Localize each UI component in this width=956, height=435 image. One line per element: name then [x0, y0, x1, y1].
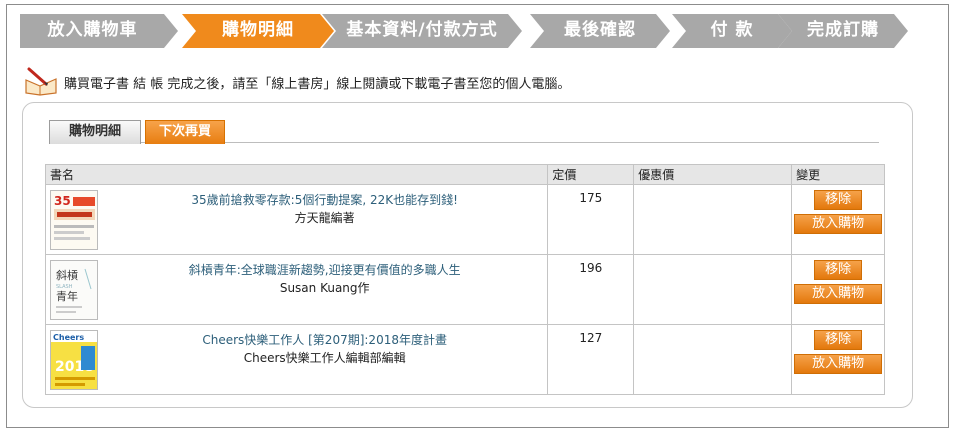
checkout-steps: 放入購物車 購物明細 基本資料/付款方式 最後確認 付 款 完成訂購 [20, 12, 920, 52]
price-cell: 196 [547, 254, 635, 325]
price-cell: 127 [547, 324, 635, 395]
step-label: 最後確認 [564, 20, 636, 40]
price-cell: 175 [547, 184, 635, 255]
table-row: 斜槓 SLASH 青年 斜槓青年:全球職涯新趨勢,迎接更有價值的多職人生 Sus… [44, 254, 885, 325]
step-add-to-cart: 放入購物車 [20, 12, 178, 52]
ebook-notice: 購買電子書 結 帳 完成之後，請至「線上書房」線上閱讀或下載電子書至您的個人電腦… [24, 66, 724, 96]
book-author: 方天龍編著 [294, 211, 355, 225]
step-cart-detail: 購物明細 [182, 12, 334, 52]
step-order-complete: 完成訂購 [778, 12, 908, 52]
tab-buy-later[interactable]: 下次再買 [145, 120, 225, 144]
step-label: 基本資料/付款方式 [346, 20, 498, 40]
remove-button[interactable]: 移除 [814, 330, 863, 350]
actions-cell: 移除 放入購物 [791, 324, 885, 395]
tab-cart-detail[interactable]: 購物明細 [49, 120, 141, 144]
cover-title-line1: 斜槓 [56, 268, 78, 282]
book-pen-icon [25, 67, 57, 96]
col-header-discount: 優惠價 [633, 164, 793, 185]
table-header: 書名 定價 優惠價 變更 [44, 164, 885, 185]
table-row: Cheers 2018 Cheers快樂工作人 [第207期]:2018年度計畫… [44, 324, 885, 395]
actions-cell: 移除 放入購物 [791, 184, 885, 255]
book-cover-savings[interactable]: 35 [50, 190, 98, 250]
cover-brand: Cheers [53, 333, 84, 342]
table-row: 35 35歲前搶救零存款:5個行動提案, 22K也能存到錢! 方天龍編著 175 [44, 184, 885, 255]
book-author: Susan Kuang作 [279, 281, 370, 295]
cart-panel: 購物明細 下次再買 書名 定價 優惠價 變更 35 35歲前搶救零存款:5個行動… [22, 102, 913, 408]
book-cell: Cheers 2018 Cheers快樂工作人 [第207期]:2018年度計畫… [44, 324, 549, 395]
discount-cell [633, 324, 793, 395]
step-label: 放入購物車 [47, 20, 138, 40]
book-cell: 斜槓 SLASH 青年 斜槓青年:全球職涯新趨勢,迎接更有價值的多職人生 Sus… [44, 254, 549, 325]
book-author: Cheers快樂工作人編輯部編輯 [243, 351, 406, 365]
discount-cell [633, 254, 793, 325]
cover-title-line2: 青年 [56, 289, 78, 303]
book-title-link[interactable]: 35歲前搶救零存款:5個行動提案, 22K也能存到錢! [102, 191, 547, 208]
book-title-link[interactable]: 斜槓青年:全球職涯新趨勢,迎接更有價值的多職人生 [102, 261, 547, 278]
book-cover-cheers[interactable]: Cheers 2018 [50, 330, 98, 390]
book-cover-cheers-art: Cheers 2018 [51, 331, 97, 389]
step-final-confirm: 最後確認 [530, 12, 670, 52]
book-title-link[interactable]: Cheers快樂工作人 [第207期]:2018年度計畫 [102, 331, 547, 348]
col-header-name: 書名 [44, 164, 549, 185]
step-label: 完成訂購 [807, 20, 879, 40]
svg-text:35: 35 [54, 194, 71, 208]
col-header-change: 變更 [791, 164, 885, 185]
cart-tabs: 購物明細 下次再買 [49, 117, 879, 144]
add-to-cart-button[interactable]: 放入購物 [794, 284, 883, 304]
book-cover-slash[interactable]: 斜槓 SLASH 青年 [50, 260, 98, 320]
remove-button[interactable]: 移除 [814, 190, 863, 210]
remove-button[interactable]: 移除 [814, 260, 863, 280]
step-label: 付 款 [710, 20, 754, 40]
discount-cell [633, 184, 793, 255]
book-cell: 35 35歲前搶救零存款:5個行動提案, 22K也能存到錢! 方天龍編著 [44, 184, 549, 255]
col-header-price: 定價 [547, 164, 635, 185]
add-to-cart-button[interactable]: 放入購物 [794, 354, 883, 374]
book-cover-slash-art: 斜槓 SLASH 青年 [51, 261, 97, 319]
book-cover-savings-art: 35 [51, 191, 97, 249]
step-label: 購物明細 [222, 20, 294, 40]
notice-text: 購買電子書 結 帳 完成之後，請至「線上書房」線上閱讀或下載電子書至您的個人電腦… [64, 77, 571, 92]
add-to-cart-button[interactable]: 放入購物 [794, 214, 883, 234]
step-payment: 付 款 [672, 12, 792, 52]
step-basic-info-payment: 基本資料/付款方式 [322, 12, 522, 52]
cart-table: 書名 定價 優惠價 變更 35 35歲前搶救零存款:5個行動提案, 22K也能存… [44, 164, 885, 395]
actions-cell: 移除 放入購物 [791, 254, 885, 325]
